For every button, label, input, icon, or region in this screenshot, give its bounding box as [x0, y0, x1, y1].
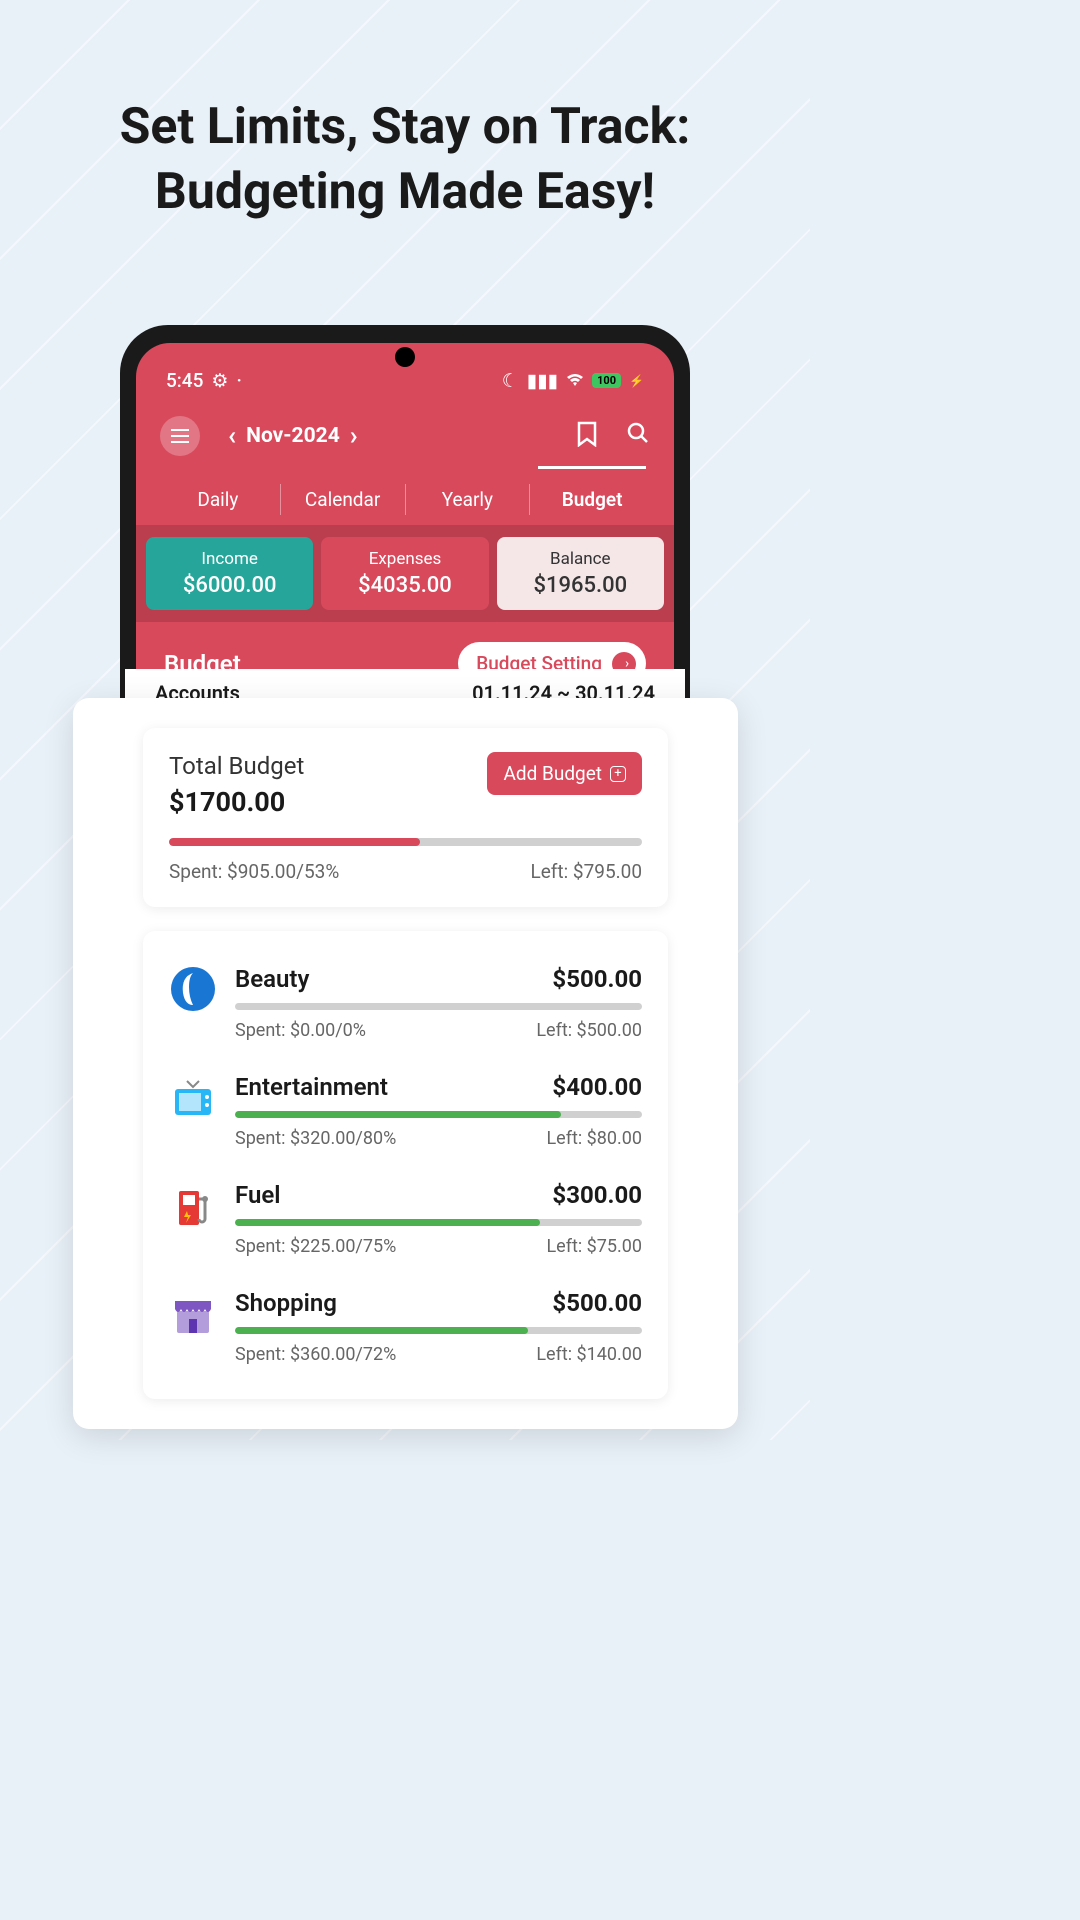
menu-button[interactable]	[160, 416, 200, 456]
prev-month-button[interactable]: ‹	[218, 421, 246, 451]
category-spent: Spent: $225.00/75%	[235, 1236, 396, 1257]
summary-balance-value: $1965.00	[503, 573, 658, 598]
category-left: Left: $500.00	[536, 1020, 642, 1041]
settings-indicator-icon: ⚙	[211, 369, 228, 392]
summary-expenses[interactable]: Expenses $4035.00	[321, 537, 488, 610]
bookmark-button[interactable]	[576, 421, 598, 451]
category-item[interactable]: Entertainment $400.00 Spent: $320.00/80%…	[169, 1057, 642, 1165]
category-amount: $500.00	[552, 965, 642, 993]
summary-expenses-label: Expenses	[327, 549, 482, 569]
category-amount: $300.00	[552, 1181, 642, 1209]
tab-yearly[interactable]: Yearly	[406, 474, 530, 525]
phone-frame: 5:45 ⚙ · ☾ ▮▮▮ 100 ⚡	[120, 325, 690, 705]
category-amount: $500.00	[552, 1289, 642, 1317]
beauty-icon	[169, 965, 217, 1013]
category-item[interactable]: Fuel $300.00 Spent: $225.00/75% Left: $7…	[169, 1165, 642, 1273]
total-budget-amount: $1700.00	[169, 786, 304, 818]
tab-daily[interactable]: Daily	[156, 474, 280, 525]
category-name: Fuel	[235, 1181, 280, 1209]
chevron-right-icon: ›	[625, 656, 629, 671]
categories-card: Beauty $500.00 Spent: $0.00/0% Left: $50…	[143, 931, 668, 1399]
total-budget-left: Left: $795.00	[530, 860, 642, 883]
phone-screen: 5:45 ⚙ · ☾ ▮▮▮ 100 ⚡	[136, 343, 674, 705]
month-label[interactable]: Nov-2024	[246, 424, 340, 448]
category-item[interactable]: Shopping $500.00 Spent: $360.00/72% Left…	[169, 1273, 642, 1381]
category-spent: Spent: $0.00/0%	[235, 1020, 366, 1041]
tabs-row: Daily Calendar Yearly Budget	[136, 474, 674, 525]
category-progress	[235, 1003, 642, 1010]
budget-overlay-card: Total Budget $1700.00 Add Budget + Spent…	[73, 698, 738, 1429]
summary-income-value: $6000.00	[152, 573, 307, 598]
plus-icon: +	[610, 766, 626, 782]
add-budget-button[interactable]: Add Budget +	[487, 752, 642, 795]
category-item[interactable]: Beauty $500.00 Spent: $0.00/0% Left: $50…	[169, 949, 642, 1057]
status-time: 5:45	[166, 369, 203, 392]
total-budget-progress	[169, 838, 642, 846]
category-progress	[235, 1111, 642, 1118]
phone-notch	[395, 347, 415, 367]
hamburger-icon	[171, 429, 189, 443]
summary-income[interactable]: Income $6000.00	[146, 537, 313, 610]
category-amount: $400.00	[552, 1073, 642, 1101]
marketing-headline: Set Limits, Stay on Track: Budgeting Mad…	[0, 0, 810, 225]
summary-row: Income $6000.00 Expenses $4035.00 Balanc…	[136, 525, 674, 622]
search-icon	[626, 421, 650, 445]
category-spent: Spent: $320.00/80%	[235, 1128, 396, 1149]
fuel-icon	[169, 1181, 217, 1229]
dot-indicator-icon: ·	[236, 369, 241, 392]
category-progress	[235, 1219, 642, 1226]
total-budget-card: Total Budget $1700.00 Add Budget + Spent…	[143, 728, 668, 907]
search-button[interactable]	[626, 421, 650, 451]
next-month-button[interactable]: ›	[340, 421, 368, 451]
summary-balance-label: Balance	[503, 549, 658, 569]
summary-expenses-value: $4035.00	[327, 573, 482, 598]
summary-balance[interactable]: Balance $1965.00	[497, 537, 664, 610]
total-budget-progress-fill	[169, 838, 420, 846]
category-name: Shopping	[235, 1289, 337, 1317]
signal-icon: ▮▮▮	[527, 369, 558, 392]
battery-indicator: 100	[592, 373, 621, 388]
summary-income-label: Income	[152, 549, 307, 569]
tv-icon	[169, 1073, 217, 1121]
total-budget-label: Total Budget	[169, 752, 304, 780]
total-budget-spent: Spent: $905.00/53%	[169, 860, 339, 883]
charging-icon: ⚡	[629, 374, 644, 388]
category-left: Left: $75.00	[546, 1236, 642, 1257]
category-name: Entertainment	[235, 1073, 388, 1101]
tab-calendar[interactable]: Calendar	[281, 474, 405, 525]
shop-icon	[169, 1289, 217, 1337]
moon-icon: ☾	[502, 369, 519, 392]
category-progress	[235, 1327, 642, 1334]
category-left: Left: $140.00	[536, 1344, 642, 1365]
tab-budget[interactable]: Budget	[530, 474, 654, 525]
category-name: Beauty	[235, 965, 309, 993]
wifi-icon	[566, 369, 584, 392]
category-left: Left: $80.00	[546, 1128, 642, 1149]
app-header: ‹ Nov-2024 ›	[136, 406, 674, 474]
bookmark-icon	[576, 421, 598, 447]
category-spent: Spent: $360.00/72%	[235, 1344, 396, 1365]
